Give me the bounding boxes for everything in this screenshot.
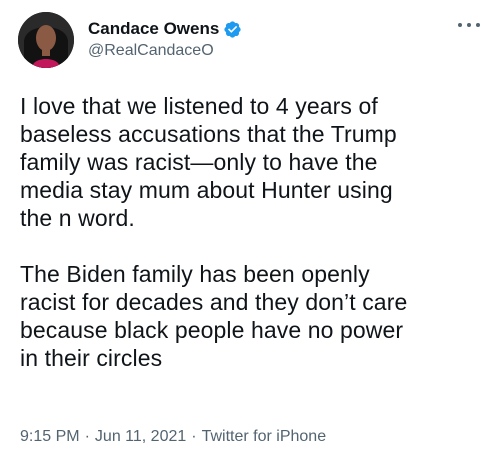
user-handle[interactable]: @RealCandaceO: [88, 42, 242, 60]
tweet-source[interactable]: Twitter for iPhone: [202, 428, 327, 445]
author-info: Candace Owens @RealCandaceO: [88, 18, 242, 60]
tweet-date[interactable]: Jun 11, 2021: [95, 428, 186, 445]
profile-photo-icon: [18, 12, 74, 68]
verified-badge-icon: [224, 20, 241, 38]
tweet-time[interactable]: 9:15 PM: [20, 428, 80, 445]
meta-separator: ·: [191, 428, 197, 445]
ellipsis-icon: [467, 23, 471, 27]
display-name[interactable]: Candace Owens: [88, 19, 219, 39]
tweet-header: Candace Owens @RealCandaceO: [18, 12, 484, 70]
tweet-metadata: 9:15 PM · Jun 11, 2021 · Twitter for iPhone: [20, 428, 326, 446]
tweet-card: Candace Owens @RealCandaceO I love that …: [0, 0, 500, 466]
tweet-paragraph-1: I love that we listened to 4 years of ba…: [20, 93, 397, 231]
meta-separator: ·: [84, 428, 90, 445]
ellipsis-icon: [458, 23, 462, 27]
tweet-paragraph-2: The Biden family has been openly racist …: [20, 261, 408, 371]
name-row: Candace Owens: [88, 18, 242, 40]
more-options-button[interactable]: [458, 18, 480, 32]
ellipsis-icon: [476, 23, 480, 27]
tweet-text: I love that we listened to 4 years of ba…: [20, 92, 480, 372]
avatar[interactable]: [18, 12, 74, 68]
